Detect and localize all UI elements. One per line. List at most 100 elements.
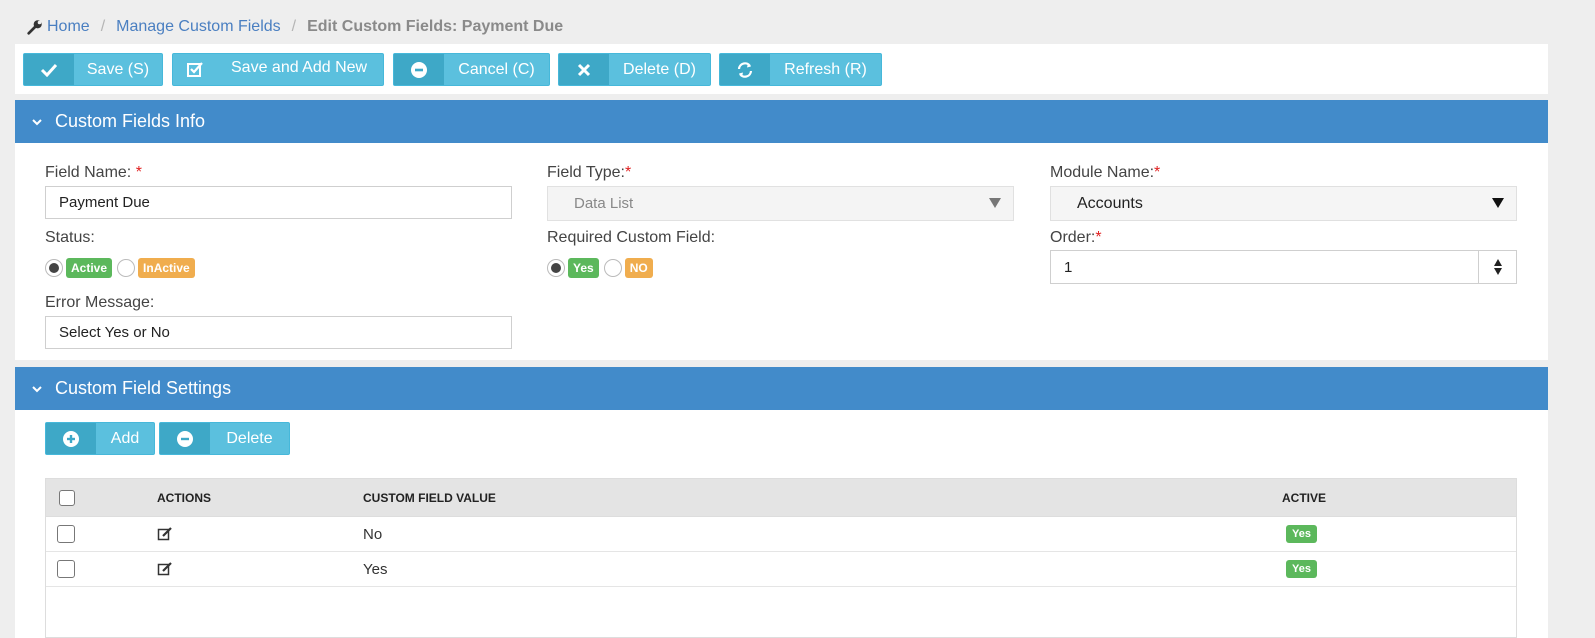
wrench-icon bbox=[27, 20, 42, 35]
minus-circle-icon bbox=[160, 423, 210, 454]
required-mark: * bbox=[135, 164, 142, 181]
minus-circle-icon bbox=[394, 54, 444, 85]
row-select-cell bbox=[57, 552, 75, 586]
custom-field-values-table: ACTIONS CUSTOM FIELD VALUE ACTIVE No Yes bbox=[45, 478, 1517, 638]
breadcrumb-current: Edit Custom Fields: Payment Due bbox=[307, 18, 564, 35]
row-select-cell bbox=[57, 517, 75, 551]
required-yes-badge: Yes bbox=[568, 258, 599, 278]
custom-field-settings-title: Custom Field Settings bbox=[55, 378, 232, 398]
custom-field-value: No bbox=[363, 525, 383, 543]
module-name-select[interactable]: Accounts bbox=[1050, 186, 1517, 221]
refresh-button-label: Refresh (R) bbox=[784, 60, 867, 78]
breadcrumb-separator: / bbox=[100, 18, 106, 35]
order-stepper[interactable] bbox=[1478, 251, 1516, 283]
dropdown-arrow-icon bbox=[1492, 198, 1504, 208]
delete-row-button[interactable]: Delete bbox=[159, 422, 290, 455]
active-badge: Yes bbox=[1286, 525, 1317, 543]
add-button-label: Add bbox=[110, 429, 140, 447]
stepper-down-icon bbox=[1493, 268, 1502, 275]
module-name-label: Module Name:* bbox=[1050, 164, 1160, 182]
close-icon bbox=[559, 54, 609, 85]
breadcrumb-home-link[interactable]: Home bbox=[47, 18, 90, 36]
required-radio-group: Yes NO bbox=[547, 258, 658, 278]
cancel-button[interactable]: Cancel (C) bbox=[393, 53, 550, 86]
error-message-value: Select Yes or No bbox=[59, 324, 170, 341]
field-name-value: Payment Due bbox=[59, 194, 150, 211]
field-name-label-text: Field Name: bbox=[45, 164, 132, 181]
breadcrumb-separator: / bbox=[291, 18, 297, 35]
row-checkbox[interactable] bbox=[57, 525, 75, 543]
custom-fields-info-header[interactable]: Custom Fields Info bbox=[15, 100, 1548, 143]
required-mark: * bbox=[1095, 229, 1102, 246]
edit-cell bbox=[157, 517, 173, 551]
refresh-button[interactable]: Refresh (R) bbox=[719, 53, 882, 86]
field-type-label: Field Type:* bbox=[547, 164, 631, 182]
table-row: Yes Yes bbox=[46, 552, 1516, 587]
breadcrumb-manage-link[interactable]: Manage Custom Fields bbox=[116, 18, 281, 36]
column-header-value: CUSTOM FIELD VALUE bbox=[363, 490, 496, 505]
error-message-label: Error Message: bbox=[45, 294, 155, 311]
row-checkbox[interactable] bbox=[57, 560, 75, 578]
order-number-input[interactable]: 1 bbox=[1050, 250, 1517, 284]
custom-field-settings-body: Add Delete ACTIONS CUSTOM FIELD VALUE AC… bbox=[15, 410, 1548, 638]
order-value: 1 bbox=[1064, 258, 1073, 276]
check-icon bbox=[24, 54, 74, 85]
field-type-label-text: Field Type: bbox=[547, 164, 625, 181]
custom-fields-info-title: Custom Fields Info bbox=[55, 111, 206, 131]
stepper-up-icon bbox=[1493, 259, 1502, 266]
edit-icon[interactable] bbox=[157, 561, 173, 577]
custom-field-value: Yes bbox=[363, 560, 388, 578]
active-badge: Yes bbox=[1286, 560, 1317, 578]
edit-cell bbox=[157, 552, 173, 586]
delete-button[interactable]: Delete (D) bbox=[558, 53, 711, 86]
module-name-label-text: Module Name: bbox=[1050, 164, 1155, 181]
save-and-add-new-button[interactable]: Save and Add New bbox=[172, 53, 384, 86]
chevron-down-icon bbox=[32, 385, 42, 392]
edit-icon[interactable] bbox=[157, 526, 173, 542]
status-active-radio[interactable] bbox=[45, 259, 63, 277]
custom-field-settings-header[interactable]: Custom Field Settings bbox=[15, 367, 1548, 410]
required-no-badge: NO bbox=[624, 258, 653, 278]
field-type-value: Data List bbox=[574, 195, 634, 212]
active-cell: Yes bbox=[1286, 552, 1317, 586]
order-label: Order:* bbox=[1050, 229, 1102, 247]
cancel-button-label: Cancel (C) bbox=[458, 60, 535, 78]
error-message-input[interactable]: Select Yes or No bbox=[45, 316, 512, 349]
required-custom-field-label: Required Custom Field: bbox=[547, 229, 716, 246]
refresh-icon bbox=[720, 54, 770, 85]
chevron-down-icon bbox=[32, 118, 42, 125]
delete-row-button-label: Delete bbox=[226, 429, 273, 447]
save-button-label: Save (S) bbox=[86, 60, 150, 78]
required-yes-radio[interactable] bbox=[547, 259, 565, 277]
breadcrumb: Home / Manage Custom Fields / Edit Custo… bbox=[26, 16, 563, 38]
table-row: No Yes bbox=[46, 517, 1516, 552]
plus-circle-icon bbox=[46, 423, 96, 454]
field-name-input[interactable]: Payment Due bbox=[45, 186, 512, 219]
select-all-cell bbox=[59, 479, 75, 516]
status-label: Status: bbox=[45, 229, 95, 246]
dropdown-arrow-icon bbox=[989, 198, 1001, 208]
status-inactive-badge: InActive bbox=[138, 258, 195, 278]
required-mark: * bbox=[624, 164, 632, 181]
required-mark: * bbox=[1154, 164, 1161, 181]
delete-button-label: Delete (D) bbox=[623, 60, 696, 78]
field-type-select[interactable]: Data List bbox=[547, 186, 1014, 221]
status-inactive-radio[interactable] bbox=[117, 259, 136, 277]
select-all-checkbox[interactable] bbox=[59, 489, 75, 506]
status-active-badge: Active bbox=[66, 258, 113, 278]
checkbox-check-icon bbox=[173, 54, 217, 85]
active-cell: Yes bbox=[1286, 517, 1317, 551]
add-button[interactable]: Add bbox=[45, 422, 155, 455]
field-name-label: Field Name: * bbox=[45, 164, 142, 182]
module-name-value: Accounts bbox=[1077, 194, 1143, 212]
save-and-add-new-label: Save and Add New bbox=[231, 58, 368, 76]
status-radio-group: Active InActive bbox=[45, 258, 200, 278]
toolbar: Save (S) Save and Add New Cancel (C) Del… bbox=[15, 44, 1548, 94]
save-button[interactable]: Save (S) bbox=[23, 53, 163, 86]
custom-fields-info-body: Field Name: * Payment Due Field Type:* D… bbox=[15, 143, 1548, 360]
column-header-active: ACTIVE bbox=[1282, 490, 1327, 505]
order-label-text: Order: bbox=[1050, 229, 1096, 246]
column-header-actions: ACTIONS bbox=[157, 490, 211, 505]
table-header: ACTIONS CUSTOM FIELD VALUE ACTIVE bbox=[46, 479, 1516, 517]
required-no-radio[interactable] bbox=[603, 259, 622, 277]
